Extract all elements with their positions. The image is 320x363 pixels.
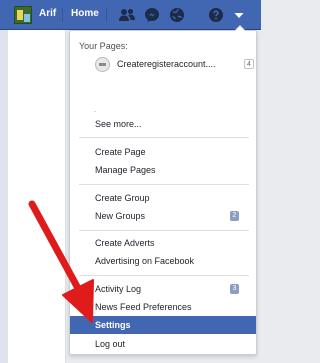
page-notification-count: 4: [244, 59, 254, 69]
notifications-globe-icon[interactable]: [168, 6, 186, 24]
menu-item-create-page[interactable]: Create Page: [70, 143, 256, 161]
background-panel: [8, 30, 66, 363]
menu-item-manage-pages[interactable]: Manage Pages: [70, 161, 256, 179]
nav-divider: [106, 8, 107, 22]
menu-item-news-feed-preferences[interactable]: News Feed Preferences: [70, 298, 256, 316]
menu-item-label: Activity Log: [95, 284, 142, 294]
see-more-link[interactable]: See more...: [70, 115, 256, 133]
help-icon[interactable]: [207, 6, 225, 24]
avatar[interactable]: [14, 6, 32, 24]
your-page-item[interactable]: Createregisteraccount.... 4: [95, 57, 255, 73]
messenger-icon[interactable]: [143, 6, 161, 24]
menu-divider: [79, 184, 249, 185]
menu-item-new-groups[interactable]: New Groups 2: [70, 207, 256, 225]
top-navigation-bar: Arif Home: [0, 0, 261, 30]
menu-item-label: New Groups: [95, 211, 146, 221]
account-dropdown-menu: Your Pages: Createregisteraccount.... 4 …: [69, 25, 257, 355]
home-link[interactable]: Home: [71, 8, 99, 19]
new-groups-badge: 2: [230, 211, 239, 221]
menu-item-create-adverts[interactable]: Create Adverts: [70, 234, 256, 252]
menu-divider: [79, 230, 249, 231]
placeholder-dot: .: [94, 105, 97, 114]
menu-item-activity-log[interactable]: Activity Log 3: [70, 280, 256, 298]
activity-log-badge: 3: [230, 284, 239, 294]
menu-item-advertising-on-facebook[interactable]: Advertising on Facebook: [70, 252, 256, 270]
nav-divider: [62, 8, 63, 22]
friend-requests-icon[interactable]: [118, 6, 136, 24]
page-background: [0, 30, 8, 363]
your-pages-heading: Your Pages:: [79, 41, 128, 51]
profile-name-link[interactable]: Arif: [39, 8, 56, 19]
menu-item-settings[interactable]: Settings: [70, 316, 256, 334]
page-logo-icon: [95, 57, 110, 72]
menu-item-log-out[interactable]: Log out: [70, 335, 256, 353]
account-dropdown-icon[interactable]: [230, 6, 248, 24]
menu-divider: [79, 137, 249, 138]
menu-item-create-group[interactable]: Create Group: [70, 189, 256, 207]
menu-divider: [79, 275, 249, 276]
page-name: Createregisteraccount....: [117, 59, 216, 69]
